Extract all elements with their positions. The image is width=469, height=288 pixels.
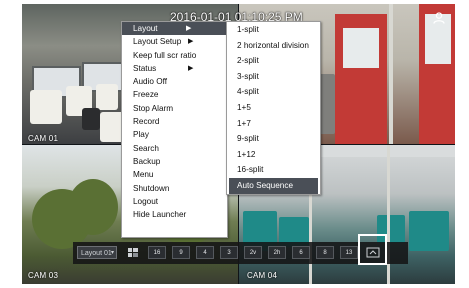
train-seat xyxy=(96,84,118,110)
camera-label: CAM 01 xyxy=(28,134,59,143)
split-button-4[interactable]: 4 xyxy=(196,246,214,259)
split-button-3[interactable]: 3 xyxy=(220,246,238,259)
layout-select-value: Layout 01 xyxy=(81,250,112,257)
menu-item-audio-off[interactable]: Audio Off xyxy=(122,75,227,88)
menu-item-label: Menu xyxy=(133,170,154,180)
layout-option-1-plus-5[interactable]: 1+5 xyxy=(227,100,320,116)
menu-item-hide-launcher[interactable]: Hide Launcher xyxy=(122,208,227,221)
layout-option-4-split[interactable]: 4-split xyxy=(227,84,320,100)
submenu-arrow-icon: ▶ xyxy=(188,64,194,72)
layout-option-3-split[interactable]: 3-split xyxy=(227,69,320,85)
menu-item-label: Search xyxy=(133,143,159,153)
camera-label: CAM 04 xyxy=(247,271,278,280)
launcher-selection-highlight xyxy=(358,234,387,265)
layout-option-1-split[interactable]: 1-split xyxy=(227,22,320,38)
context-menu: Layout ▶ Layout Setup ▶ Keep full scr ra… xyxy=(121,21,228,238)
split-button-13[interactable]: 13 xyxy=(340,246,358,259)
layout-option-16-split[interactable]: 16-split xyxy=(227,162,320,178)
menu-item-layout[interactable]: Layout ▶ xyxy=(122,22,227,36)
door-window xyxy=(343,28,379,68)
menu-item-record[interactable]: Record xyxy=(122,115,227,128)
menu-item-label: Stop Alarm xyxy=(133,103,174,113)
train-seat xyxy=(30,90,62,124)
menu-item-shutdown[interactable]: Shutdown xyxy=(122,182,227,195)
layout-option-2-horizontal[interactable]: 2 horizontal division xyxy=(227,38,320,54)
menu-item-label: Hide Launcher xyxy=(133,210,187,220)
menu-item-label: Layout xyxy=(133,24,158,33)
split-button-6[interactable]: 6 xyxy=(292,246,310,259)
menu-item-label: Status xyxy=(133,63,157,73)
menu-item-stop-alarm[interactable]: Stop Alarm xyxy=(122,102,227,115)
split-button-9[interactable]: 9 xyxy=(172,246,190,259)
menu-item-label: Backup xyxy=(133,156,161,166)
grid-mode-icon[interactable] xyxy=(128,248,138,257)
submenu-arrow-icon: ▶ xyxy=(186,25,192,32)
menu-item-status[interactable]: Status ▶ xyxy=(122,62,227,75)
split-button-2v[interactable]: 2v xyxy=(244,246,262,259)
menu-item-label: Play xyxy=(133,130,149,140)
menu-item-label: Freeze xyxy=(133,90,159,100)
layout-option-2-split[interactable]: 2-split xyxy=(227,53,320,69)
menu-item-backup[interactable]: Backup xyxy=(122,155,227,168)
menu-item-logout[interactable]: Logout xyxy=(122,195,227,208)
split-button-2h[interactable]: 2h xyxy=(268,246,286,259)
tree xyxy=(68,179,118,235)
chevron-down-icon: ▾ xyxy=(110,250,114,256)
menu-item-label: Shutdown xyxy=(133,183,170,193)
submenu-arrow-icon: ▶ xyxy=(188,38,194,46)
layout-option-1-plus-12[interactable]: 1+12 xyxy=(227,147,320,163)
grab-pole xyxy=(389,4,393,144)
menu-item-search[interactable]: Search xyxy=(122,142,227,155)
menu-item-label: Audio Off xyxy=(133,77,167,87)
layout-select[interactable]: Layout 01 ▾ xyxy=(77,246,117,259)
menu-item-label: Record xyxy=(133,117,160,127)
split-button-16[interactable]: 16 xyxy=(148,246,166,259)
layout-option-auto-sequence[interactable]: Auto Sequence xyxy=(229,177,318,194)
menu-item-freeze[interactable]: Freeze xyxy=(122,88,227,101)
layout-option-9-split[interactable]: 9-split xyxy=(227,131,320,147)
menu-item-label: Keep full scr ratio xyxy=(133,50,197,60)
menu-item-label: Logout xyxy=(133,196,159,206)
menu-item-keep-full-screen-ratio[interactable]: Keep full scr ratio xyxy=(122,49,227,62)
camera-label: CAM 03 xyxy=(28,271,59,280)
split-button-8[interactable]: 8 xyxy=(316,246,334,259)
layout-option-1-plus-7[interactable]: 1+7 xyxy=(227,116,320,132)
menu-item-label: Layout Setup xyxy=(133,37,182,47)
train-seat xyxy=(409,211,449,251)
layout-submenu: 1-split 2 horizontal division 2-split 3-… xyxy=(226,21,321,195)
live-view-screen: CAM 01 CAM 03 CAM 04 2016-01-01 01:10:25… xyxy=(22,4,455,284)
train-seat xyxy=(82,108,100,130)
menu-item-menu[interactable]: Menu xyxy=(122,168,227,181)
menu-item-layout-setup[interactable]: Layout Setup ▶ xyxy=(122,35,227,48)
menu-item-play[interactable]: Play xyxy=(122,128,227,141)
user-icon[interactable] xyxy=(433,12,445,24)
